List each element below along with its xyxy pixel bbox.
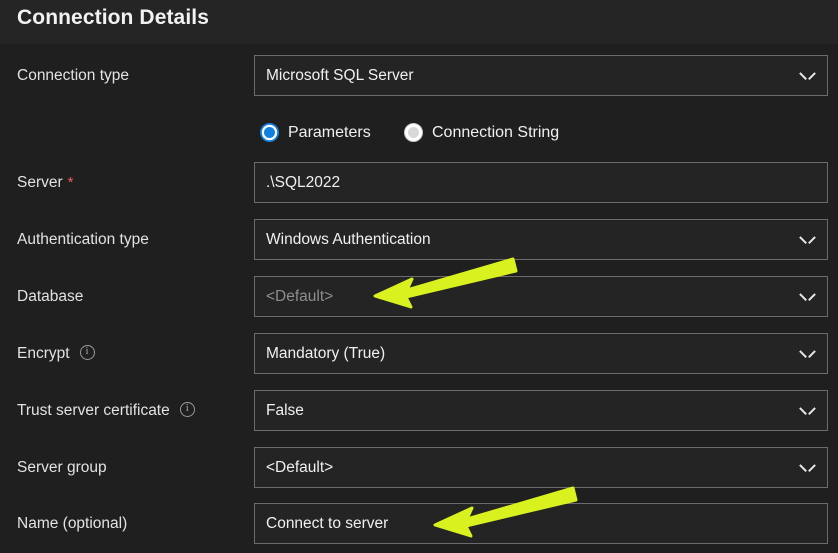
connection-type-dropdown[interactable]: Microsoft SQL Server [254, 55, 828, 96]
row-trust-server-certificate: Trust server certificate False [0, 387, 838, 435]
chevron-down-icon[interactable] [801, 462, 814, 475]
connection-mode-radio-group[interactable]: Parameters Connection String [254, 120, 828, 146]
server-group-value: <Default> [266, 459, 334, 476]
database-value: <Default> [266, 288, 334, 305]
chevron-down-icon[interactable] [801, 234, 814, 247]
label-authentication-type-text: Authentication type [17, 231, 149, 248]
label-server-group: Server group [17, 458, 107, 478]
label-server: Server * [17, 173, 74, 193]
label-connection-type: Connection type [17, 66, 129, 86]
page-title: Connection Details [17, 6, 209, 29]
radio-unselected-icon[interactable] [404, 123, 423, 142]
row-server: Server * .\SQL2022 [0, 159, 838, 207]
row-server-group: Server group <Default> [0, 444, 838, 492]
label-trust-server-certificate-text: Trust server certificate [17, 402, 170, 419]
authentication-type-value: Windows Authentication [266, 231, 431, 248]
server-group-dropdown[interactable]: <Default> [254, 447, 828, 488]
label-database: Database [17, 287, 83, 307]
server-input[interactable]: .\SQL2022 [254, 162, 828, 203]
row-encrypt: Encrypt Mandatory (True) [0, 330, 838, 378]
required-asterisk: * [67, 174, 74, 191]
row-database: Database <Default> [0, 273, 838, 321]
label-encrypt: Encrypt [17, 344, 95, 364]
chevron-down-icon[interactable] [801, 348, 814, 361]
info-icon[interactable] [179, 402, 195, 417]
encrypt-value: Mandatory (True) [266, 345, 386, 362]
row-name-optional: Name (optional) Connect to server [0, 500, 838, 548]
label-name-optional: Name (optional) [17, 514, 127, 534]
authentication-type-dropdown[interactable]: Windows Authentication [254, 219, 828, 260]
name-optional-input[interactable]: Connect to server [254, 503, 828, 544]
row-authentication-type: Authentication type Windows Authenticati… [0, 216, 838, 264]
radio-label-parameters: Parameters [288, 124, 371, 141]
label-name-optional-text: Name (optional) [17, 515, 128, 532]
label-encrypt-text: Encrypt [17, 345, 70, 362]
panel-header: Connection Details [0, 0, 838, 44]
trust-server-certificate-value: False [266, 402, 304, 419]
label-connection-type-text: Connection type [17, 67, 130, 84]
label-authentication-type: Authentication type [17, 230, 149, 250]
label-trust-server-certificate: Trust server certificate [17, 401, 195, 421]
row-connection-type: Connection type Microsoft SQL Server [0, 52, 838, 100]
chevron-down-icon[interactable] [801, 291, 814, 304]
chevron-down-icon[interactable] [801, 70, 814, 83]
label-database-text: Database [17, 288, 84, 305]
radio-label-connection-string: Connection String [432, 124, 560, 141]
label-server-text: Server [17, 174, 63, 191]
server-value: .\SQL2022 [266, 174, 341, 191]
name-optional-value: Connect to server [266, 515, 389, 532]
connection-details-form: Connection type Microsoft SQL Server Par… [0, 44, 838, 553]
encrypt-dropdown[interactable]: Mandatory (True) [254, 333, 828, 374]
radio-selected-icon[interactable] [260, 123, 279, 142]
database-dropdown[interactable]: <Default> [254, 276, 828, 317]
trust-server-certificate-dropdown[interactable]: False [254, 390, 828, 431]
connection-type-value: Microsoft SQL Server [266, 67, 414, 84]
chevron-down-icon[interactable] [801, 405, 814, 418]
label-server-group-text: Server group [17, 459, 107, 476]
info-icon[interactable] [79, 345, 95, 360]
